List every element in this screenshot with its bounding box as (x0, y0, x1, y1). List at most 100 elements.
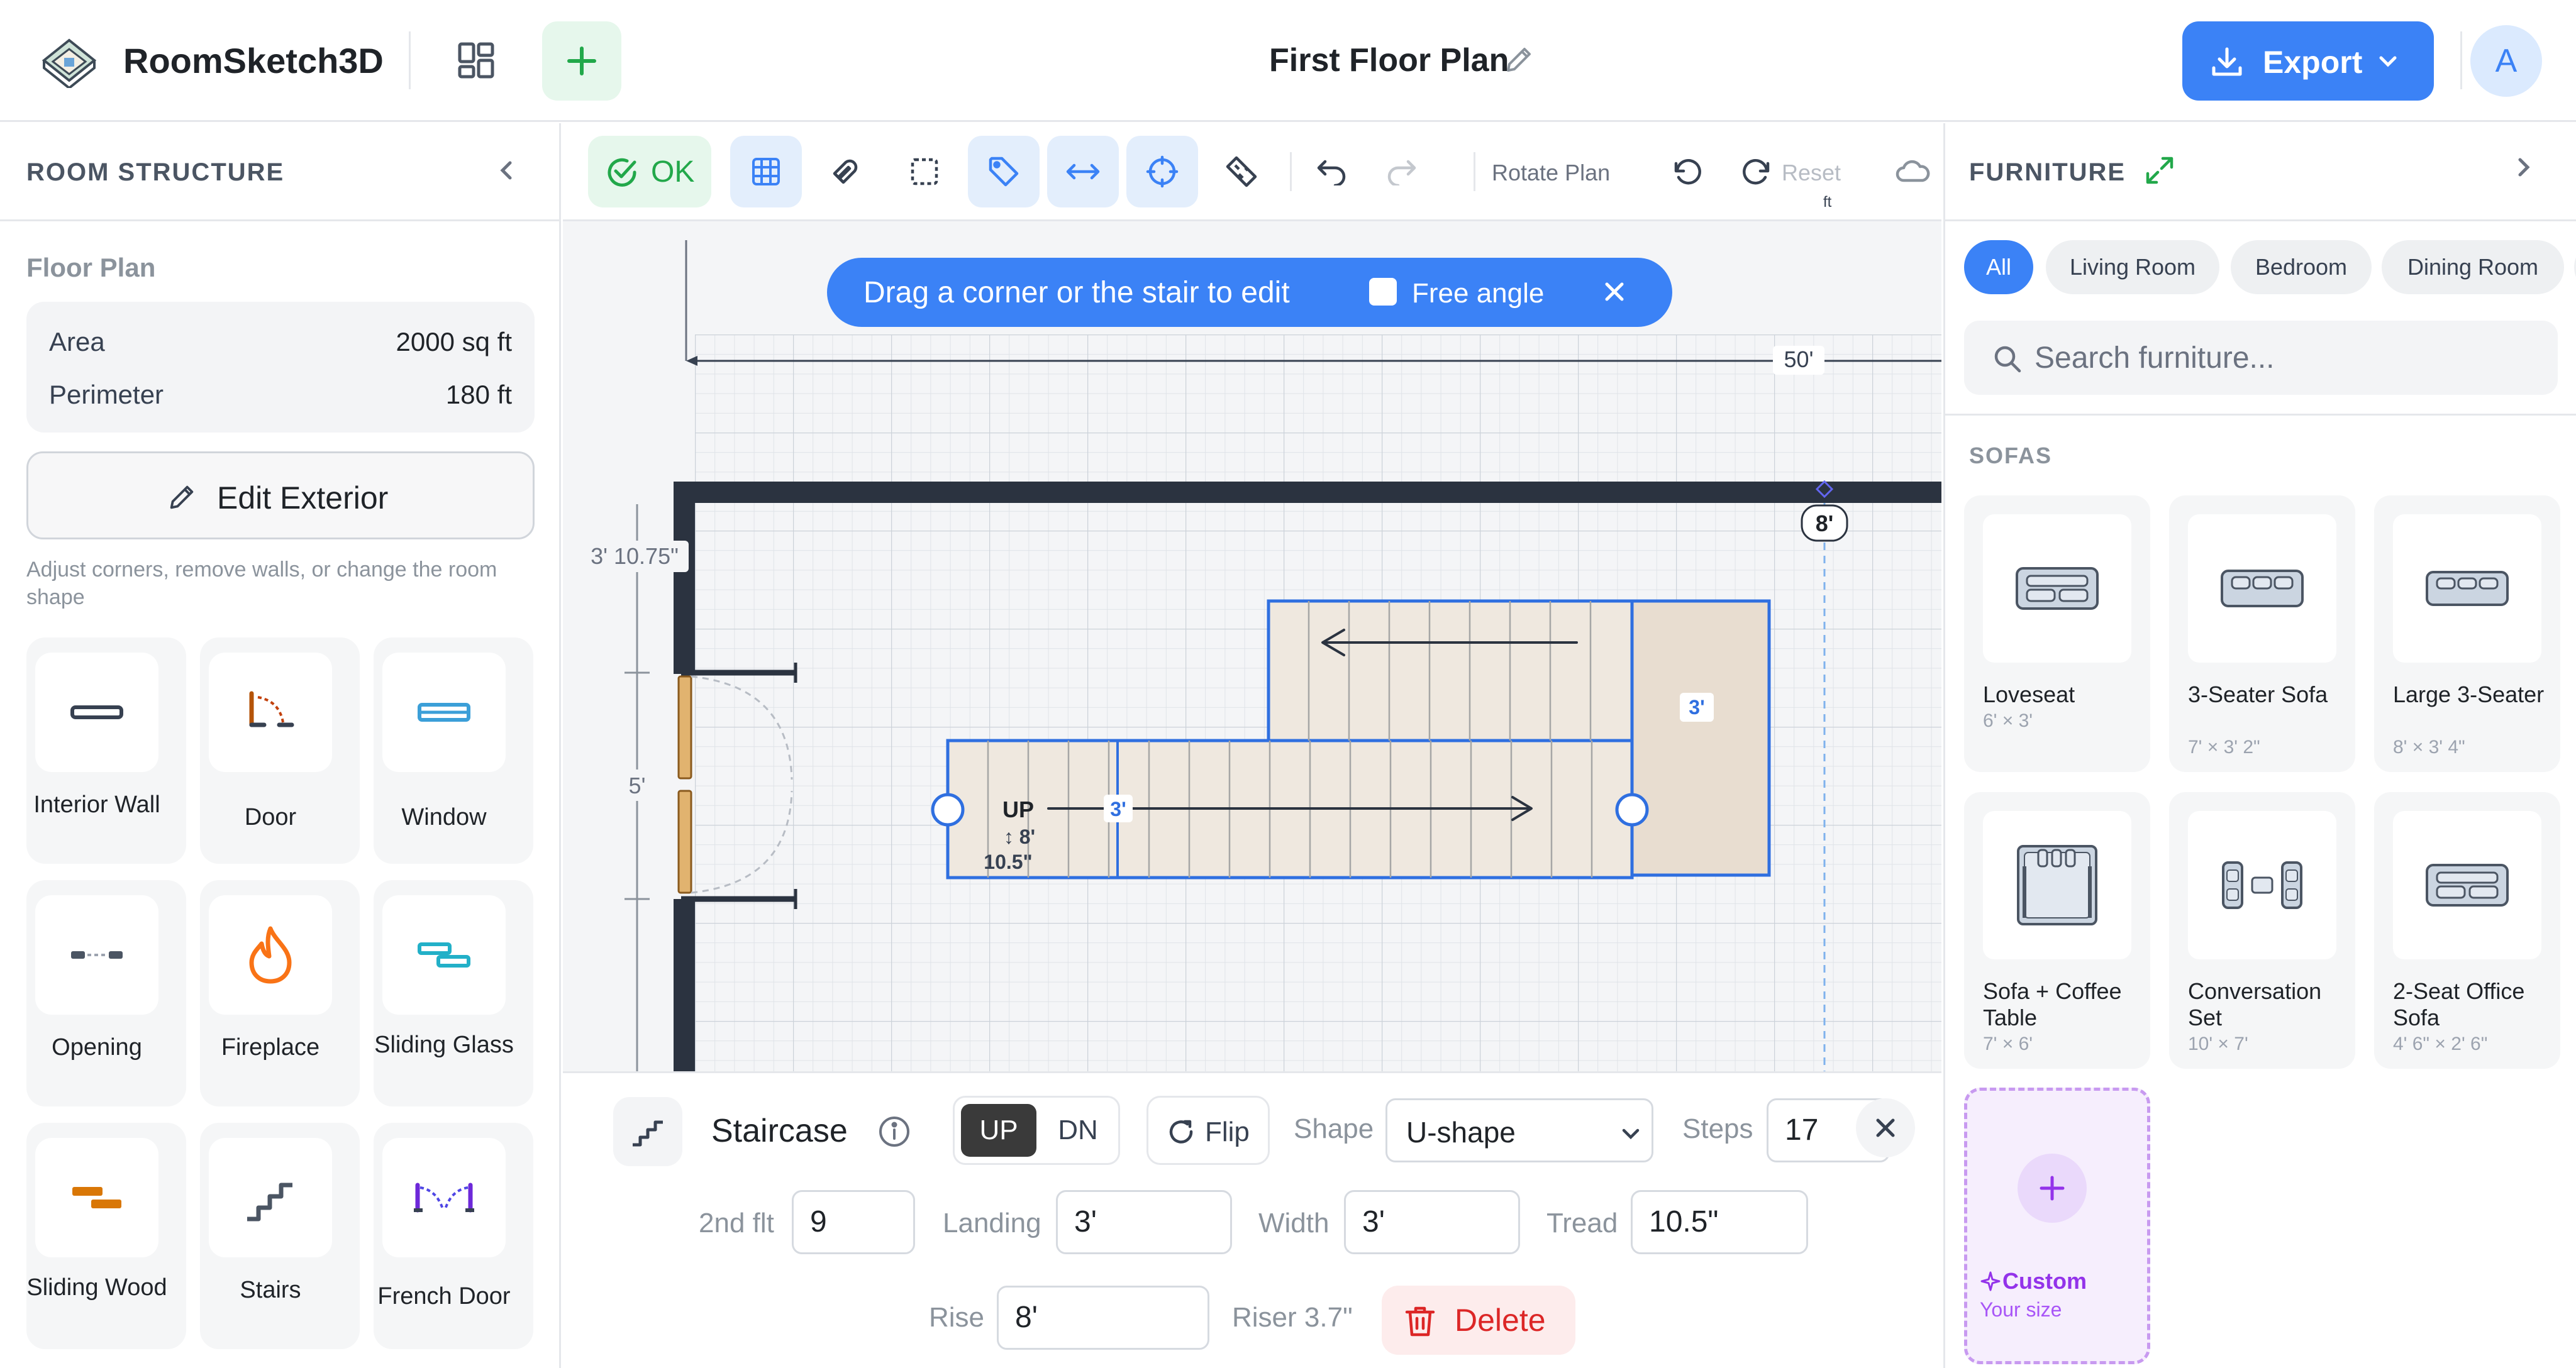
tag-icon (987, 155, 1021, 189)
tool-sliding-wood[interactable]: Sliding Wood (26, 1123, 186, 1349)
furniture-name: Conversation Set (2188, 978, 2322, 1030)
room-structure-panel: ROOM STRUCTURE Floor Plan Area 2000 sq f… (0, 123, 561, 1368)
loveseat-icon (1983, 514, 2131, 663)
tool-interior-wall[interactable]: Interior Wall (26, 637, 186, 864)
landing-label: Landing (943, 1208, 1041, 1238)
delete-label: Delete (1455, 1303, 1546, 1338)
expand-icon[interactable] (2144, 155, 2175, 186)
free-angle-checkbox[interactable] (1369, 278, 1397, 306)
redo-button[interactable] (1372, 136, 1432, 207)
furniture-card-large-3-seater[interactable]: Large 3-Seater 8' × 3' 4" (2374, 495, 2560, 772)
dimensions-button[interactable] (1047, 136, 1119, 207)
category-tab-bedroom[interactable]: Bedroom (2231, 240, 2372, 294)
rotate-left-button[interactable] (1657, 136, 1716, 207)
search-input[interactable] (2035, 333, 2538, 382)
measure-units-button[interactable] (1206, 136, 1277, 207)
search-icon (1993, 345, 2022, 373)
section-title: SOFAS (1969, 443, 2053, 468)
undo-button[interactable] (1301, 136, 1362, 207)
category-tabs: All Living Room Bedroom Dining Room (1964, 240, 2576, 301)
custom-subtitle: Your size (1980, 1298, 2062, 1321)
second-flight-label: 2nd flt (699, 1208, 774, 1238)
category-tab-dining-room[interactable]: Dining Room (2382, 240, 2564, 294)
app-header: RoomSketch3D First Floor Plan Export A (0, 0, 2576, 122)
sofa-icon (2188, 514, 2336, 663)
tool-label: Sliding Glass (374, 1032, 514, 1058)
up-button[interactable]: UP (961, 1104, 1036, 1157)
pencil-icon[interactable] (1503, 44, 1535, 75)
tool-fireplace[interactable]: Fireplace (200, 880, 360, 1106)
user-avatar[interactable]: A (2470, 25, 2542, 97)
sliding-wood-icon (35, 1138, 158, 1257)
tool-door[interactable]: Door (200, 637, 360, 864)
panel-title: ROOM STRUCTURE (26, 158, 285, 186)
large-sofa-icon (2393, 514, 2541, 663)
furniture-panel: FURNITURE All Living Room Bedroom Dining… (1943, 123, 2576, 1368)
panel-header: FURNITURE (1945, 123, 2576, 221)
stat-label: Area (49, 327, 105, 356)
furniture-card-conversation-set[interactable]: Conversation Set 10' × 7' (2169, 792, 2355, 1069)
check-circle-icon (606, 156, 638, 189)
landing-input[interactable]: 3' (1056, 1190, 1232, 1254)
refresh-icon (1167, 1119, 1195, 1147)
category-tab-living-room[interactable]: Living Room (2046, 240, 2219, 294)
delete-stair-button[interactable]: Delete (1382, 1286, 1575, 1355)
shape-select[interactable]: U-shape (1385, 1098, 1653, 1162)
header-divider (409, 31, 411, 89)
flip-label: Flip (1205, 1117, 1250, 1147)
chevron-right-icon[interactable] (2511, 155, 2536, 180)
office-sofa-icon (2393, 811, 2541, 959)
furniture-size: 6' × 3' (1983, 710, 2033, 731)
custom-furniture-card[interactable]: Custom Your size (1964, 1088, 2150, 1364)
opening-icon (35, 895, 158, 1015)
tool-french-door[interactable]: French Door (374, 1123, 533, 1349)
document-title[interactable]: First Floor Plan (1269, 41, 1509, 79)
door-icon (209, 653, 332, 772)
edit-exterior-button[interactable]: Edit Exterior (26, 451, 535, 539)
tread-label: Tread (1546, 1208, 1618, 1238)
chevron-down-icon (2377, 50, 2399, 72)
export-button[interactable]: Export (2182, 21, 2434, 101)
furniture-card-loveseat[interactable]: Loveseat 6' × 3' (1964, 495, 2150, 772)
app-window: { "header": { "app_name": "RoomSketch3D"… (0, 0, 2576, 1368)
down-button[interactable]: DN (1040, 1104, 1116, 1157)
furniture-card-sofa-coffee-table[interactable]: Sofa + Coffee Table 7' × 6' (1964, 792, 2150, 1069)
category-tab-all[interactable]: All (1964, 240, 2033, 294)
redo-icon (1385, 158, 1418, 185)
info-icon[interactable] (877, 1115, 911, 1149)
tool-label: Sliding Wood (26, 1274, 167, 1301)
center-view-button[interactable] (1126, 136, 1198, 207)
furniture-card-2-seat-office-sofa[interactable]: 2-Seat Office Sofa 4' 6" × 2' 6" (2374, 792, 2560, 1069)
reset-button[interactable]: Reset (1782, 160, 1841, 186)
tool-sliding-glass[interactable]: Sliding Glass (374, 880, 533, 1106)
free-angle-label[interactable]: Free angle (1412, 278, 1544, 309)
floor-plan-drawing[interactable]: 50' 3' 10.75" 5' 8' UP 3' ↕ 8' 10.5" 3' (563, 221, 1941, 1192)
dashboard-grid-button[interactable] (447, 35, 506, 86)
snap-button[interactable] (809, 136, 881, 207)
close-icon[interactable] (1596, 273, 1633, 311)
width-input[interactable]: 3' (1344, 1190, 1520, 1254)
tool-opening[interactable]: Opening (26, 880, 186, 1106)
toggle-grid-button[interactable] (730, 136, 802, 207)
chevron-left-icon[interactable] (491, 155, 522, 186)
cloud-save-button[interactable] (1890, 136, 1935, 207)
rise-input[interactable]: 8' (997, 1286, 1209, 1350)
select-area-button[interactable] (889, 136, 960, 207)
tool-window[interactable]: Window (374, 637, 533, 864)
close-editor-button[interactable] (1856, 1098, 1915, 1157)
stat-label: Perimeter (49, 380, 164, 409)
dimension-label-door: 5' (629, 773, 646, 798)
second-flight-input[interactable]: 9 (792, 1190, 915, 1254)
stat-value: 180 ft (445, 380, 512, 409)
add-plan-button[interactable] (542, 21, 621, 101)
furniture-card-3-seater-sofa[interactable]: 3-Seater Sofa 7' × 3' 2" (2169, 495, 2355, 772)
riser-note: Riser 3.7" (1232, 1302, 1353, 1333)
tread-input[interactable]: 10.5" (1631, 1190, 1808, 1254)
ok-button[interactable]: OK (588, 136, 711, 207)
rotate-right-button[interactable] (1728, 136, 1787, 207)
labels-button[interactable] (968, 136, 1040, 207)
stairs-icon (613, 1097, 682, 1166)
furniture-name: Sofa + Coffee Table (1983, 978, 2122, 1030)
flip-button[interactable]: Flip (1146, 1096, 1270, 1165)
tool-stairs[interactable]: Stairs (200, 1123, 360, 1349)
